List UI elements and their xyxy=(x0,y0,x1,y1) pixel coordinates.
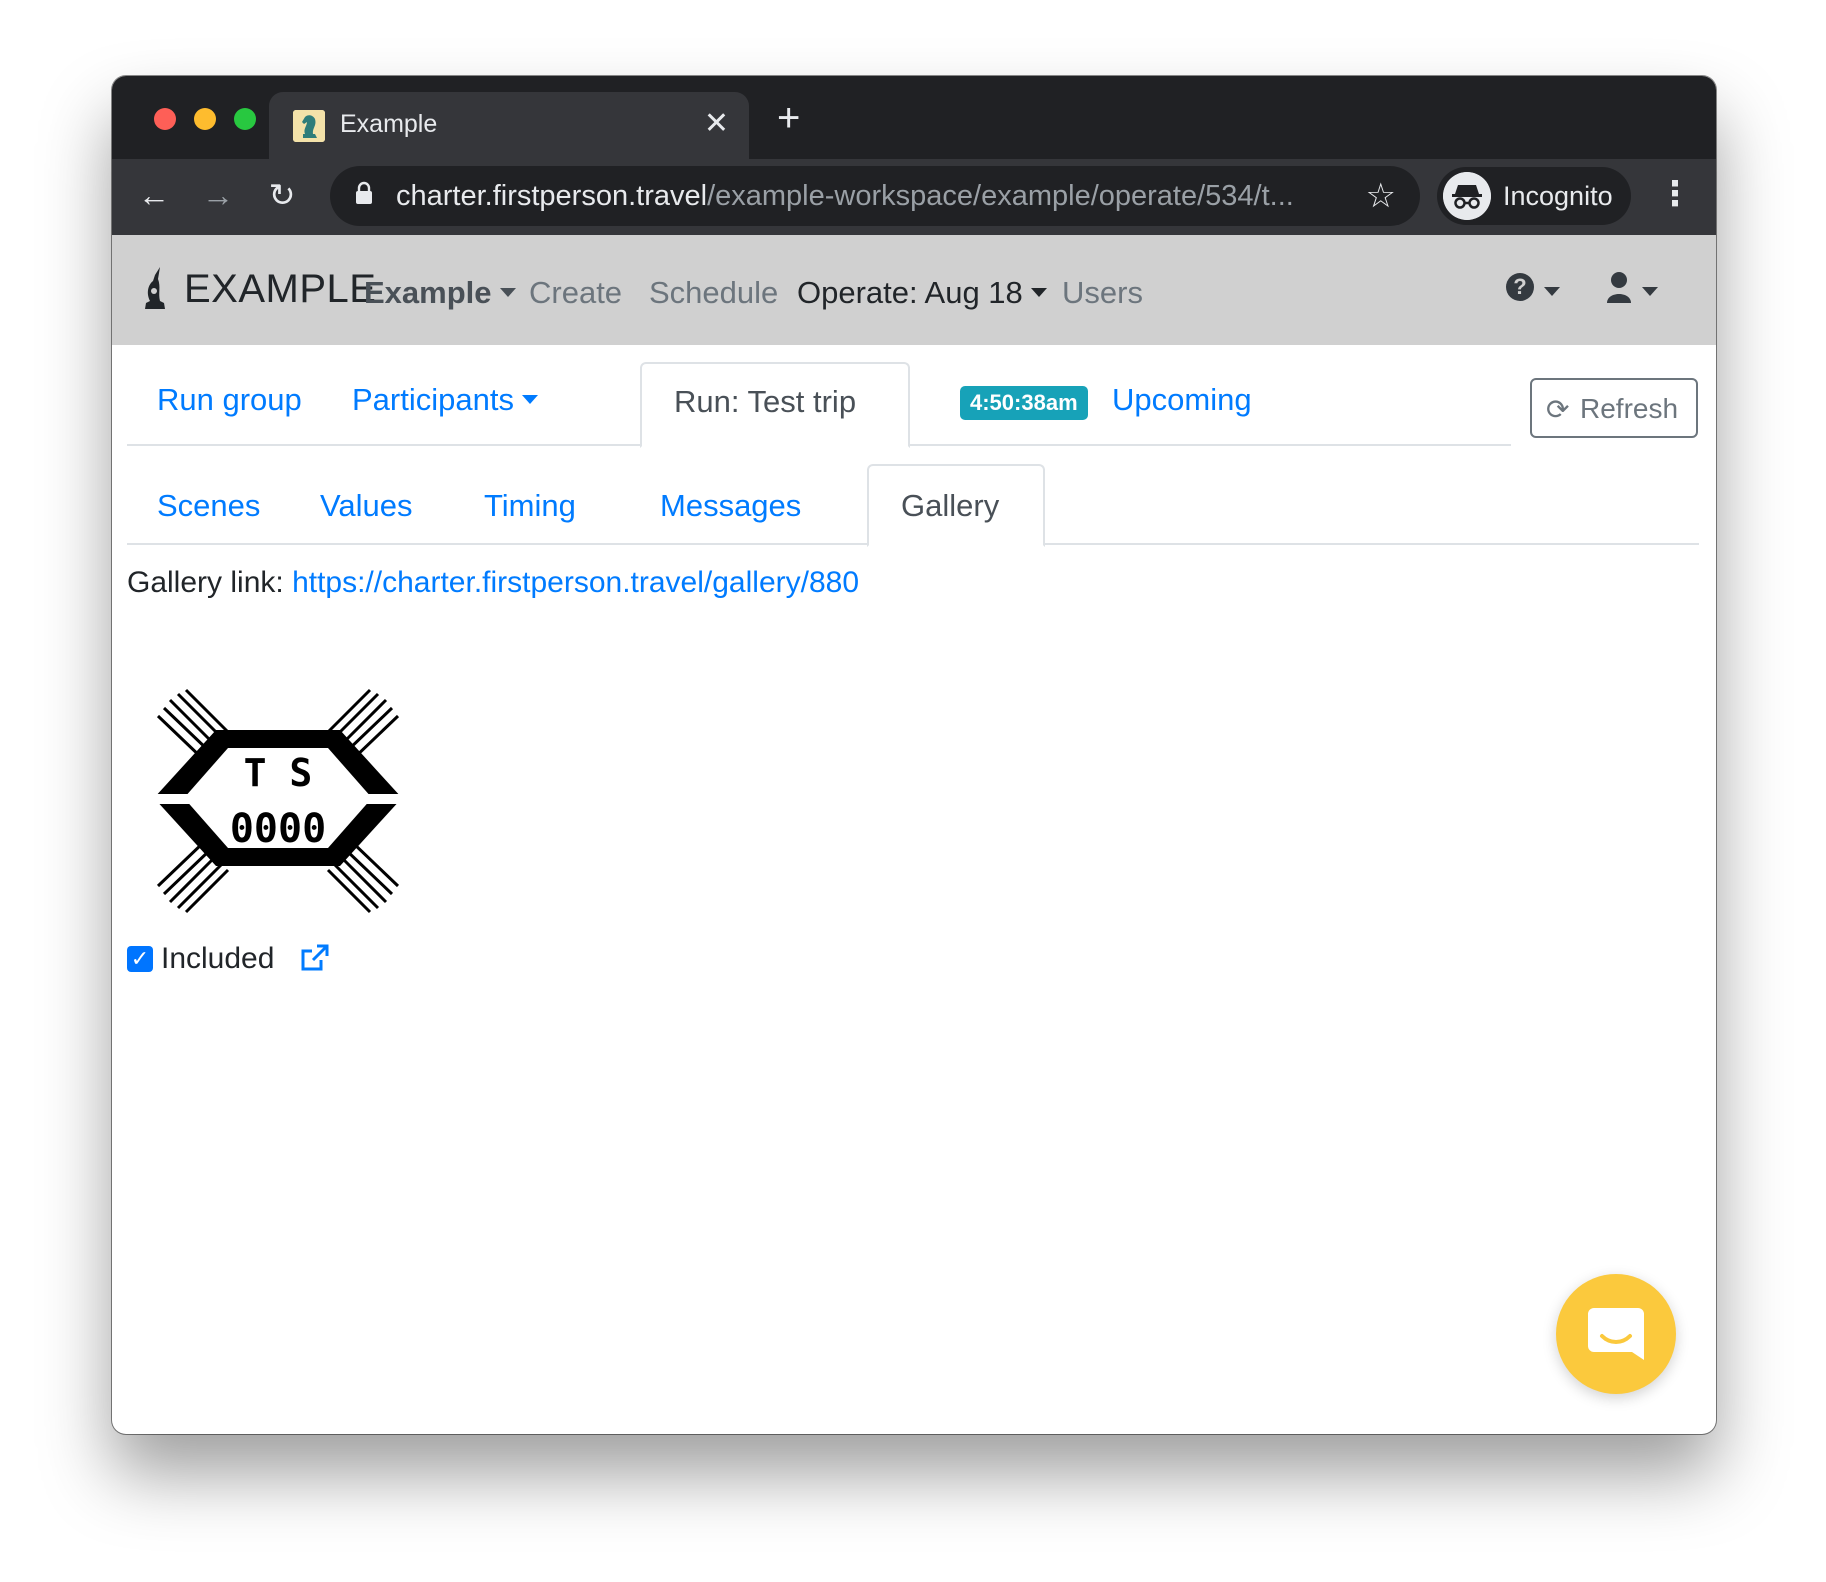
gallery-link-row: Gallery link: https://charter.firstperso… xyxy=(127,566,859,600)
caret-down-icon xyxy=(1030,288,1047,297)
refresh-button[interactable]: ⟳ Refresh xyxy=(1530,378,1698,438)
tab-gallery-active[interactable]: Gallery xyxy=(867,464,1045,547)
tab-participants-label: Participants xyxy=(352,382,514,417)
tab-run-group[interactable]: Run group xyxy=(157,382,302,418)
tab-title: Example xyxy=(340,110,438,138)
url-text: charter.firstperson.travel/example-works… xyxy=(396,180,1336,213)
brand-logo-icon[interactable] xyxy=(140,261,170,311)
incognito-label: Incognito xyxy=(1503,181,1613,211)
nav-users[interactable]: Users xyxy=(1062,275,1143,311)
tab-participants-dropdown[interactable]: Participants xyxy=(352,382,538,418)
browser-toolbar: ← → ↻ charter.firstperson.travel/example… xyxy=(112,159,1716,235)
tab-close-icon[interactable]: ✕ xyxy=(704,106,729,142)
included-checkbox[interactable]: ✓ xyxy=(127,946,153,972)
secondary-tabs: Scenes Values Timing Messages Gallery xyxy=(127,454,1699,547)
bookmark-star-icon[interactable]: ☆ xyxy=(1366,174,1396,218)
maximize-window-button[interactable] xyxy=(234,108,256,130)
browser-window: Example ✕ + ← → ↻ charter.firstperson.tr… xyxy=(112,76,1716,1434)
tab-scenes[interactable]: Scenes xyxy=(157,488,260,524)
user-icon[interactable] xyxy=(1606,271,1632,303)
gallery-link[interactable]: https://charter.firstperson.travel/galle… xyxy=(292,566,859,599)
tab-upcoming[interactable]: Upcoming xyxy=(1112,382,1252,418)
lock-icon xyxy=(356,181,372,204)
app-navbar: EXAMPLE Example Create Schedule Operate:… xyxy=(112,235,1716,345)
url-host: charter.firstperson.travel xyxy=(396,180,708,212)
browser-tab[interactable]: Example ✕ xyxy=(269,92,749,159)
close-window-button[interactable] xyxy=(154,108,176,130)
help-icon[interactable]: ? xyxy=(1506,273,1534,301)
forward-arrow-icon[interactable]: → xyxy=(196,173,240,217)
chess-knight-favicon-icon xyxy=(293,110,325,142)
tab-run-label: Run: Test trip xyxy=(674,384,857,419)
tab-messages[interactable]: Messages xyxy=(660,488,801,524)
time-badge: 4:50:38am xyxy=(960,386,1088,420)
brand-name[interactable]: EXAMPLE xyxy=(184,267,376,312)
image-text-top: T S xyxy=(244,751,313,795)
nav-workspace-dropdown[interactable]: Example xyxy=(364,275,516,311)
back-arrow-icon[interactable]: ← xyxy=(132,173,176,217)
user-caret-down-icon[interactable] xyxy=(1642,287,1658,296)
address-bar[interactable]: charter.firstperson.travel/example-works… xyxy=(330,166,1420,226)
incognito-profile-button[interactable]: Incognito xyxy=(1437,167,1631,225)
chat-launcher-button[interactable] xyxy=(1556,1274,1676,1394)
new-tab-button[interactable]: + xyxy=(777,98,800,138)
browser-tab-strip: Example ✕ + xyxy=(112,76,1716,159)
tab-gallery-label: Gallery xyxy=(901,488,1000,523)
image-text-bottom: 0000 xyxy=(230,806,326,852)
nav-operate-label: Operate: Aug 18 xyxy=(797,275,1023,310)
tab-values[interactable]: Values xyxy=(320,488,413,524)
included-label: Included xyxy=(161,942,275,975)
url-path: /example-workspace/example/operate/534/t… xyxy=(707,180,1294,212)
caret-down-icon xyxy=(499,288,516,297)
external-link-icon[interactable] xyxy=(299,942,331,974)
help-caret-down-icon[interactable] xyxy=(1544,287,1560,296)
browser-menu-icon[interactable]: ⋮ xyxy=(1658,169,1692,219)
chat-icon xyxy=(1588,1308,1644,1360)
incognito-icon xyxy=(1443,172,1491,220)
reload-icon[interactable]: ↻ xyxy=(260,173,304,217)
nav-workspace-label: Example xyxy=(364,275,492,310)
caret-down-icon xyxy=(521,395,538,404)
gallery-link-label: Gallery link: xyxy=(127,566,284,599)
nav-schedule[interactable]: Schedule xyxy=(649,275,778,311)
minimize-window-button[interactable] xyxy=(194,108,216,130)
tab-timing[interactable]: Timing xyxy=(484,488,576,524)
gallery-image[interactable]: T S 0000 xyxy=(150,686,406,916)
nav-create[interactable]: Create xyxy=(529,275,622,311)
refresh-label: Refresh xyxy=(1580,393,1679,424)
primary-tabs: Run group Participants Run: Test trip 4:… xyxy=(127,346,1511,448)
tab-run-active[interactable]: Run: Test trip xyxy=(640,362,910,448)
refresh-icon: ⟳ xyxy=(1546,394,1570,425)
nav-operate-dropdown[interactable]: Operate: Aug 18 xyxy=(797,275,1047,311)
